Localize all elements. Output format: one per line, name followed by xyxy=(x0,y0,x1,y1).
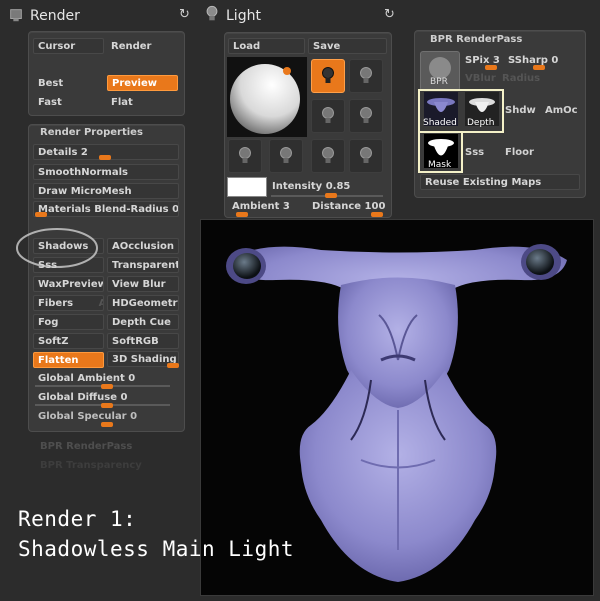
intensity-slider[interactable]: Intensity 0.85 xyxy=(267,178,389,194)
render-properties-title: Render Properties xyxy=(40,127,143,138)
materials-blend-label: Materials Blend-Radius xyxy=(38,204,169,215)
render-button[interactable]: Render xyxy=(106,38,177,54)
softz-toggle[interactable]: SoftZ xyxy=(33,333,104,349)
global-diffuse-value: 0 xyxy=(120,392,128,403)
3d-shading-knob[interactable] xyxy=(167,363,179,368)
light-color-swatch[interactable] xyxy=(227,177,267,197)
flatten-toggle[interactable]: Flatten xyxy=(33,352,104,368)
shaded-label: Shaded xyxy=(423,118,457,128)
ssharp-value: 0 xyxy=(551,55,559,66)
bpr-button-label: BPR xyxy=(430,77,448,87)
materials-blend-radius-slider[interactable]: Materials Blend-Radius 0 xyxy=(33,201,179,217)
global-diffuse-label: Global Diffuse xyxy=(38,392,118,403)
shdw-pass-button[interactable]: Shdw xyxy=(505,105,536,116)
details-knob[interactable] xyxy=(99,155,111,160)
intensity-label: Intensity xyxy=(272,181,323,192)
bpr-renderpass-panel: BPR RenderPass BPR SPix 3 SSharp 0 VBlur… xyxy=(414,30,586,198)
light-slot-2-icon[interactable] xyxy=(349,59,383,93)
light-bulb-icon xyxy=(206,5,218,21)
flat-button[interactable]: Flat xyxy=(106,94,177,110)
global-ambient-label: Global Ambient xyxy=(38,373,125,384)
global-specular-label: Global Specular xyxy=(38,411,127,422)
aocclusion-toggle[interactable]: AOcclusion xyxy=(107,238,179,254)
shadows-highlight-circle xyxy=(16,228,98,268)
spix-knob[interactable] xyxy=(485,65,497,70)
ambient-value: 3 xyxy=(282,201,290,212)
waxpreview-toggle[interactable]: WaxPreview xyxy=(33,276,104,292)
light-reset-icon[interactable]: ↻ xyxy=(384,7,395,22)
amoc-pass-button[interactable]: AmOc xyxy=(545,105,578,116)
materials-blend-value: 0 xyxy=(172,204,179,215)
view-blur-toggle[interactable]: View Blur xyxy=(107,276,179,292)
light-panel: Load Save Intensity 0.85 Ambient 3 Dista… xyxy=(224,32,392,218)
depth-pass-thumbnail[interactable]: Depth xyxy=(465,92,499,128)
light-sphere-preview[interactable] xyxy=(227,57,307,137)
light-slot-8-icon[interactable] xyxy=(349,139,383,173)
distance-label: Distance xyxy=(312,201,362,212)
transparent-toggle[interactable]: Transparent xyxy=(107,257,179,273)
global-specular-value: 0 xyxy=(130,411,138,422)
render-palette-title: Render xyxy=(30,8,80,24)
softrgb-toggle[interactable]: SoftRGB xyxy=(107,333,179,349)
light-palette: Light ↻ Load Save Intensity 0.85 Ambient… xyxy=(196,0,406,220)
light-sphere xyxy=(230,64,300,134)
ambient-knob[interactable] xyxy=(236,212,248,217)
details-value: 2 xyxy=(80,147,88,158)
render-palette-icon xyxy=(10,9,22,22)
render-properties-panel: Render Properties Details 2 SmoothNormal… xyxy=(28,124,185,432)
fibers-toggle[interactable]: Fibers Af xyxy=(33,295,104,311)
distance-knob[interactable] xyxy=(371,212,383,217)
hdgeometry-toggle[interactable]: HDGeometry xyxy=(107,295,179,311)
best-button[interactable]: Best xyxy=(33,75,104,91)
shaded-pass-thumbnail[interactable]: Shaded xyxy=(423,92,458,128)
fog-toggle[interactable]: Fog xyxy=(33,314,104,330)
reuse-existing-maps-button[interactable]: Reuse Existing Maps xyxy=(420,174,580,190)
light-slot-3-icon[interactable] xyxy=(311,99,345,133)
depth-label: Depth xyxy=(467,118,495,128)
bpr-button[interactable]: BPR xyxy=(420,51,460,91)
fast-button[interactable]: Fast xyxy=(33,94,104,110)
light-palette-title: Light xyxy=(226,8,261,24)
floor-pass-button[interactable]: Floor xyxy=(505,147,534,158)
cursor-button[interactable]: Cursor xyxy=(33,38,104,54)
intensity-value: 0.85 xyxy=(325,181,351,192)
save-button[interactable]: Save xyxy=(308,38,387,54)
bpr-renderpass-title: BPR RenderPass xyxy=(430,34,523,45)
global-ambient-value: 0 xyxy=(128,373,136,384)
materials-blend-knob[interactable] xyxy=(35,212,47,217)
light-slot-7-icon[interactable] xyxy=(311,139,345,173)
light-slot-4-icon[interactable] xyxy=(349,99,383,133)
bpr-transparency-faded: BPR Transparency xyxy=(40,460,142,471)
radius-label: Radius xyxy=(502,73,541,84)
load-button[interactable]: Load xyxy=(228,38,305,54)
light-slot-1-icon[interactable] xyxy=(311,59,345,93)
reset-icon[interactable]: ↻ xyxy=(179,7,190,22)
global-specular-knob[interactable] xyxy=(101,422,113,427)
preview-button[interactable]: Preview xyxy=(107,75,178,91)
fibers-ghost-text: Af xyxy=(99,298,103,309)
depth-cue-toggle[interactable]: Depth Cue xyxy=(107,314,179,330)
vblur-label: VBlur xyxy=(465,73,496,84)
render-mode-panel: Cursor Render Best Preview Fast Flat xyxy=(28,31,185,116)
ssharp-knob[interactable] xyxy=(533,65,545,70)
mask-label: Mask xyxy=(428,160,452,170)
bpr-renderpass-faded: BPR RenderPass xyxy=(40,441,133,452)
light-slot-5-icon[interactable] xyxy=(228,139,262,173)
caption-line-1: Render 1: xyxy=(18,507,137,531)
draw-micromesh-button[interactable]: Draw MicroMesh xyxy=(33,183,179,199)
sss-pass-button[interactable]: Sss xyxy=(465,147,484,158)
mask-pass-thumbnail[interactable]: Mask xyxy=(424,134,458,170)
ambient-label: Ambient xyxy=(232,201,280,212)
smooth-normals-button[interactable]: SmoothNormals xyxy=(33,164,179,180)
fibers-label: Fibers xyxy=(38,298,74,309)
caption-line-2: Shadowless Main Light xyxy=(18,537,295,561)
details-label: Details xyxy=(38,147,78,158)
distance-value: 100 xyxy=(364,201,386,212)
light-slot-6-icon[interactable] xyxy=(269,139,303,173)
